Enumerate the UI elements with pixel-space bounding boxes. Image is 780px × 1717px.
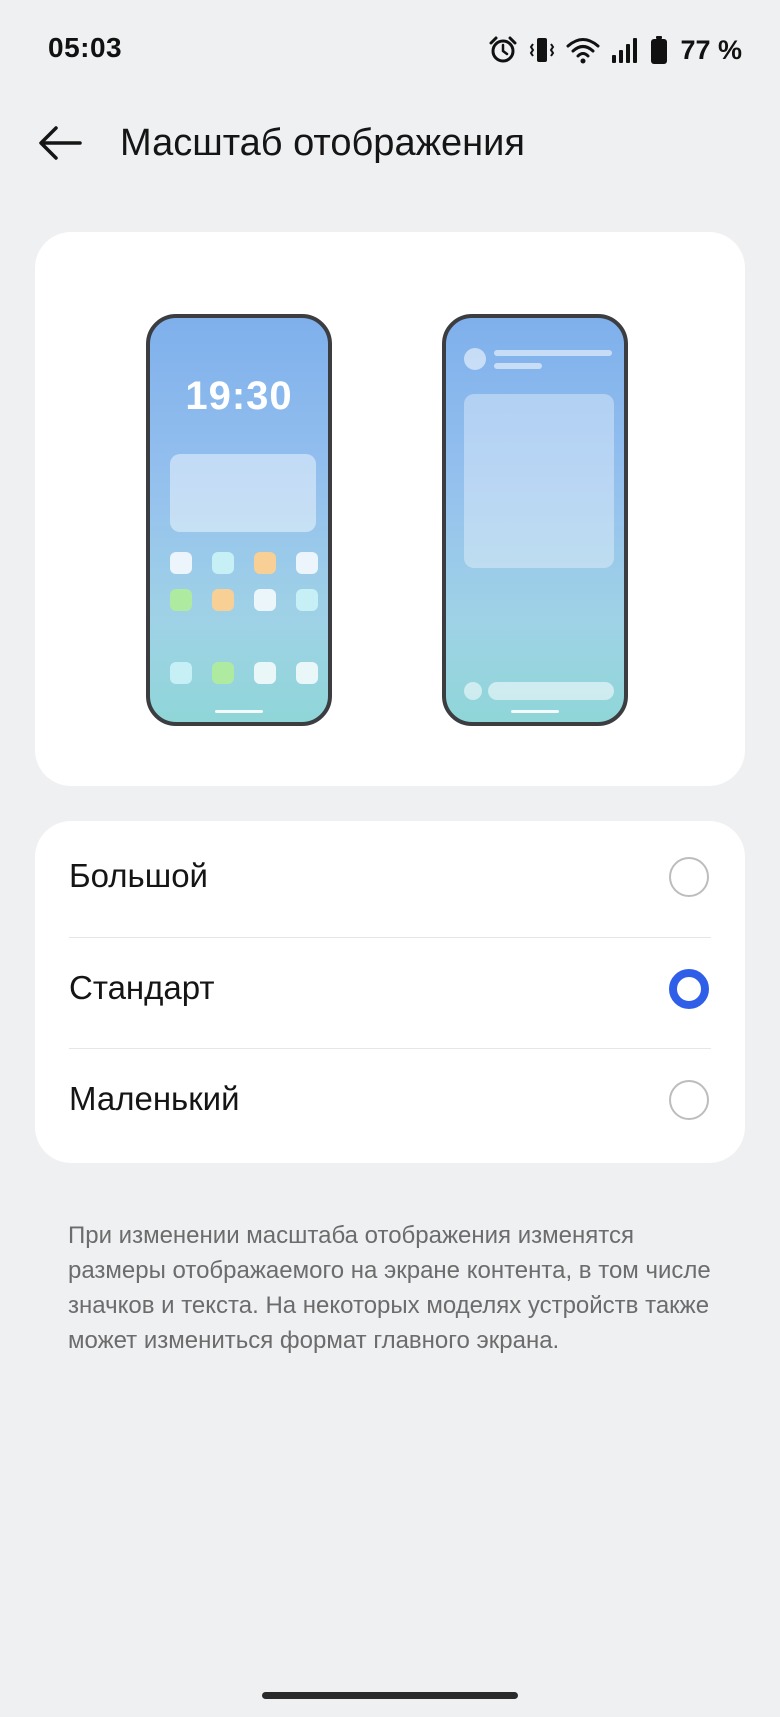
option-small[interactable]: Маленький [69,1044,745,1156]
header: Масштаб отображения [0,110,780,180]
preview-dock-icon [296,662,318,684]
back-button[interactable] [30,120,90,170]
home-screen-preview: 19:30 [146,314,332,726]
preview-dock-icon [254,662,276,684]
preview-app-icon [296,589,318,611]
radio-standard[interactable] [669,969,709,1009]
page-title: Масштаб отображения [120,122,525,164]
preview-app-icon [170,552,192,574]
preview-card: 19:30 [35,232,745,786]
preview-app-icon [212,552,234,574]
status-bar: 05:03 77 % [0,0,780,100]
preview-input-bar [488,682,614,700]
preview-home-indicator [511,710,559,713]
signal-icon [610,36,640,64]
preview-widget [170,454,316,532]
preview-app-icon [254,552,276,574]
option-label: Стандарт [69,969,215,1006]
preview-input-dot [464,682,482,700]
preview-app-icon [296,552,318,574]
preview-content-block [464,394,614,568]
option-label: Большой [69,857,208,894]
option-large[interactable]: Большой [69,821,745,933]
preview-clock: 19:30 [185,374,293,418]
navigation-handle[interactable] [262,1692,518,1699]
options-card: Большой Стандарт Маленький [35,821,745,1163]
app-screen-preview [442,314,628,726]
alarm-icon [488,35,518,65]
description-text: При изменении масштаба отображения измен… [68,1222,711,1354]
battery-percent: 77 % [680,34,742,65]
option-standard[interactable]: Стандарт [69,933,745,1045]
status-time: 05:03 [48,32,123,63]
vibrate-icon [528,35,556,65]
arrow-left-icon [36,123,84,168]
preview-avatar [464,348,486,370]
preview-app-icon [212,589,234,611]
status-icons: 77 % [488,34,742,66]
preview-app-icon [254,589,276,611]
preview-text-line [494,363,542,369]
preview-dock-icon [212,662,234,684]
battery-icon [650,35,668,65]
option-label: Маленький [69,1080,240,1117]
preview-home-indicator [215,710,263,713]
preview-app-icon [170,589,192,611]
radio-small[interactable] [669,1080,709,1120]
wifi-icon [566,36,600,64]
preview-dock-icon [170,662,192,684]
radio-large[interactable] [669,857,709,897]
preview-text-line [494,350,612,356]
